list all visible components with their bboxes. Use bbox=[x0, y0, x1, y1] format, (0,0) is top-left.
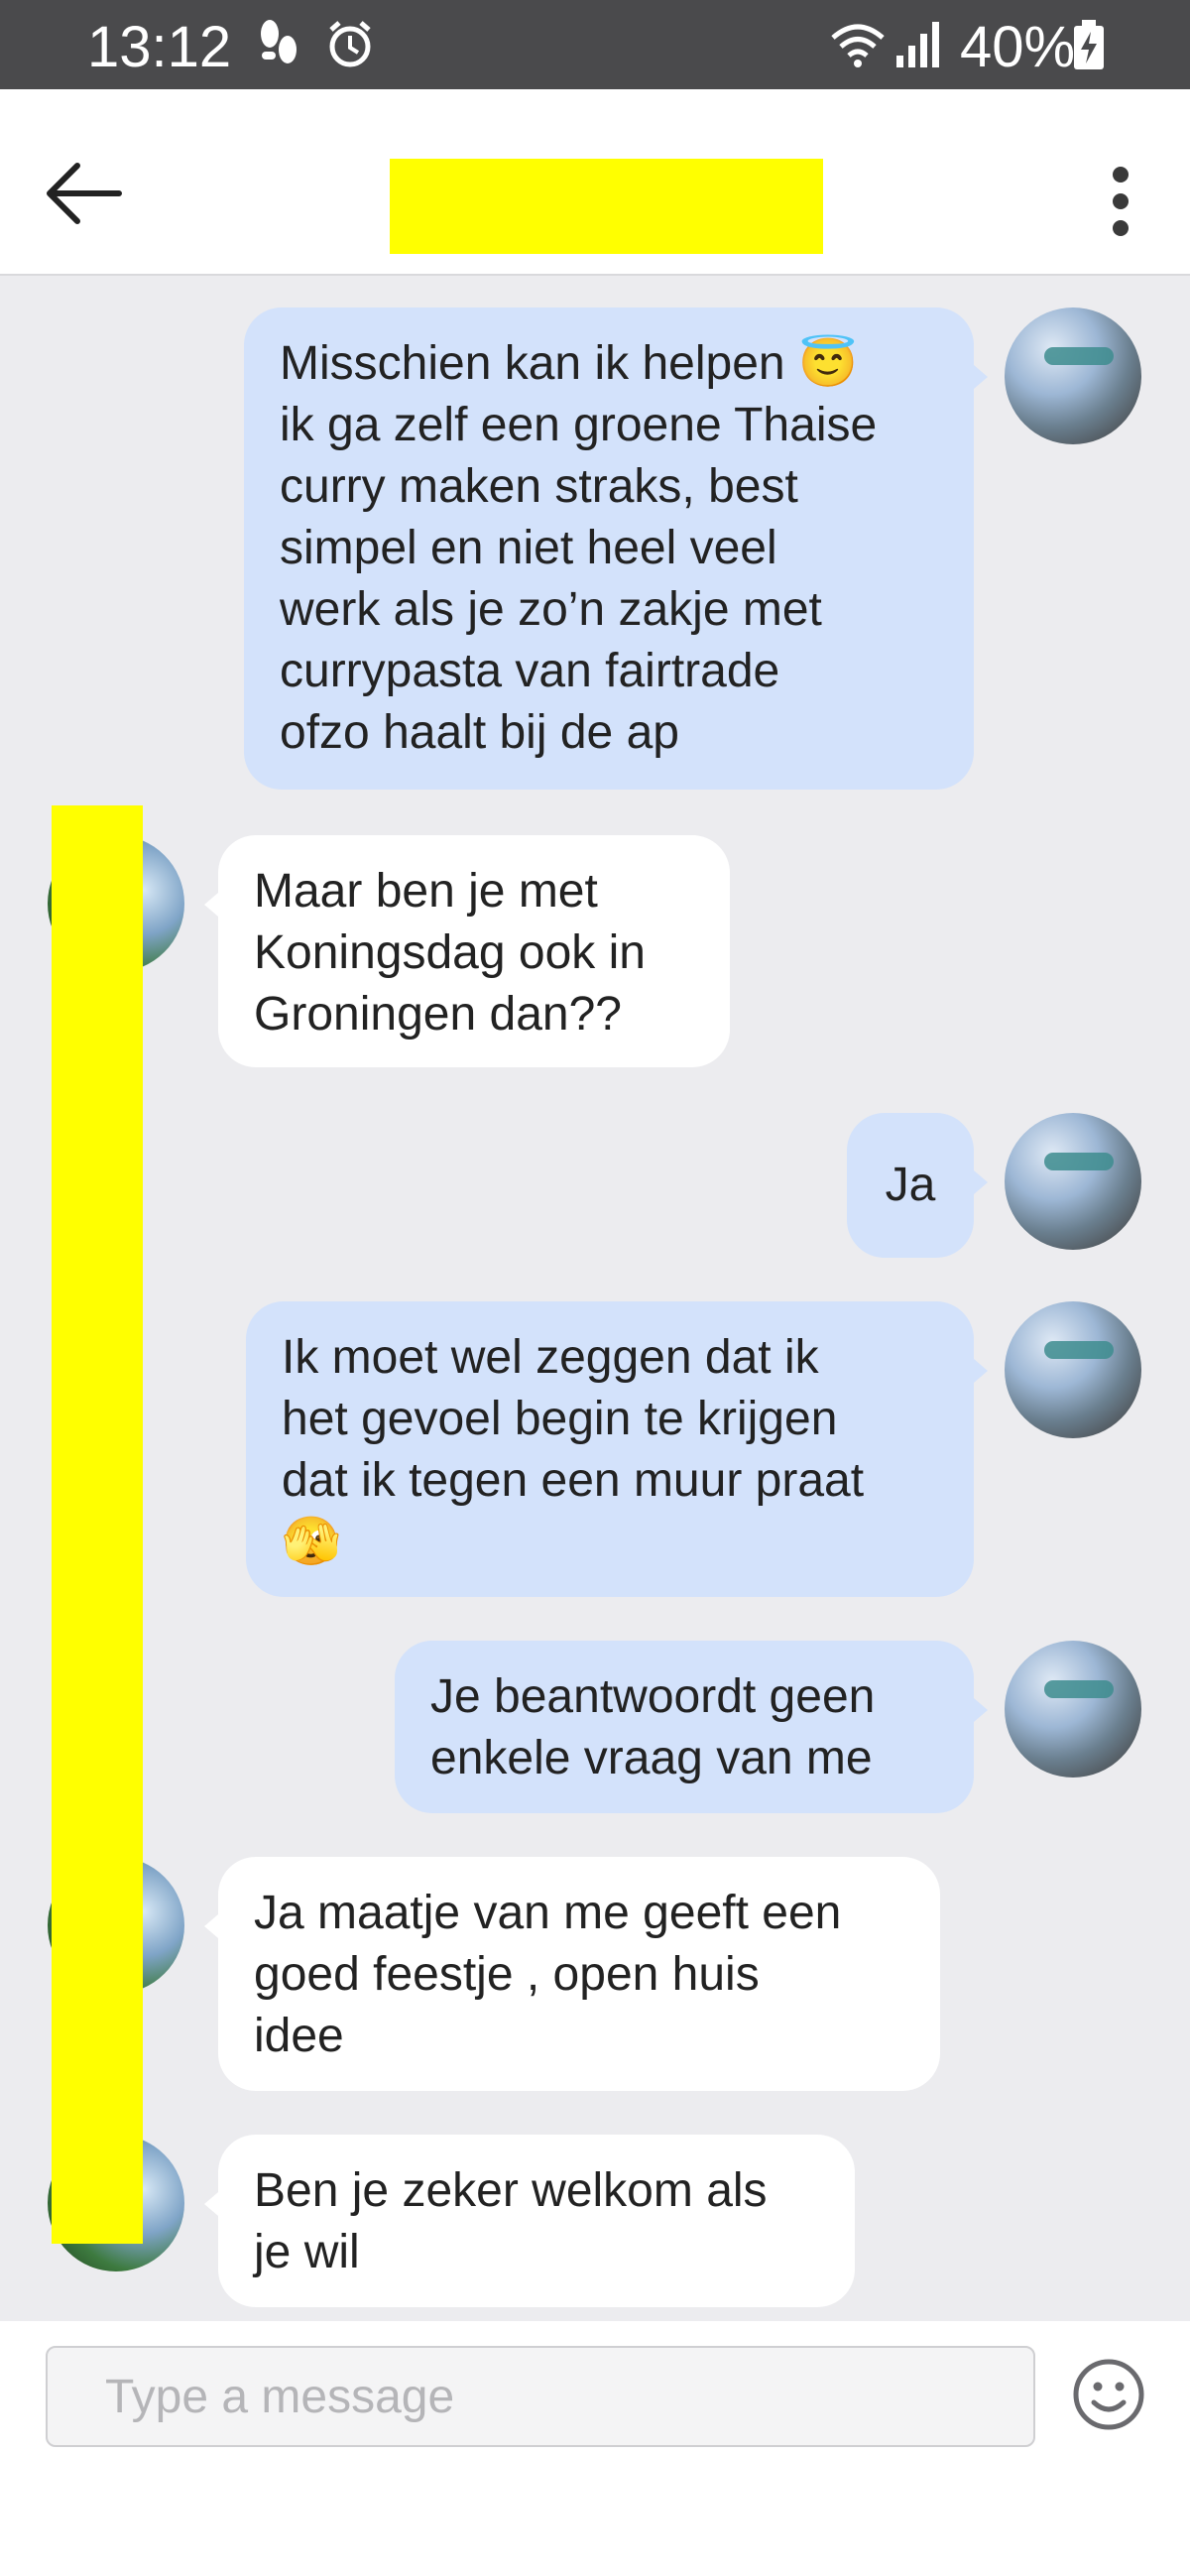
avatar-me[interactable] bbox=[1005, 1641, 1141, 1778]
message-line: Ja maatje van me geeft een bbox=[254, 1887, 842, 1939]
message-line: werk als je zo’n zakje met bbox=[280, 583, 822, 636]
message-bubble-incoming[interactable]: Ben je zeker welkom als je wil bbox=[218, 2135, 855, 2307]
message-line: het gevoel begin te krijgen bbox=[282, 1393, 838, 1445]
battery-percent: 40% bbox=[960, 15, 1076, 79]
message-line: Misschien kan ik helpen 😇 bbox=[280, 337, 858, 390]
bubble-tail bbox=[974, 1359, 988, 1383]
message-line: Koningsdag ook in bbox=[254, 926, 646, 979]
message-line: 🫣 bbox=[282, 1516, 341, 1568]
message-line: Je beantwoordt geen bbox=[430, 1670, 876, 1723]
chat-header bbox=[0, 89, 1190, 276]
avatar-redaction bbox=[52, 805, 143, 2244]
message-line: je wil bbox=[254, 2226, 360, 2278]
message-line: ofzo haalt bij de ap bbox=[280, 706, 679, 759]
smiley-icon bbox=[1073, 2359, 1144, 2430]
avatar-me[interactable] bbox=[1005, 307, 1141, 444]
bubble-tail bbox=[204, 2192, 218, 2216]
bubble-tail bbox=[204, 1914, 218, 1938]
message-bubble-outgoing[interactable]: Ja bbox=[847, 1113, 974, 1258]
bubble-tail bbox=[974, 1170, 988, 1194]
back-button[interactable] bbox=[40, 159, 129, 228]
message-line: Groningen dan?? bbox=[254, 988, 622, 1041]
message-bubble-incoming[interactable]: Maar ben je met Koningsdag ook in Gronin… bbox=[218, 835, 730, 1067]
bubble-tail bbox=[974, 1698, 988, 1722]
avatar-me[interactable] bbox=[1005, 1113, 1141, 1250]
message-line: curry maken straks, best bbox=[280, 460, 798, 513]
message-line: dat ik tegen een muur praat bbox=[282, 1454, 865, 1507]
contact-name-redaction bbox=[390, 159, 823, 254]
message-line: Ben je zeker welkom als bbox=[254, 2164, 768, 2217]
message-line: Ja bbox=[885, 1159, 936, 1211]
battery-charging-icon bbox=[1071, 18, 1107, 78]
message-line: enkele vraag van me bbox=[430, 1732, 873, 1784]
message-line: idee bbox=[254, 2010, 344, 2062]
more-vertical-icon bbox=[1113, 167, 1129, 183]
arrow-left-icon bbox=[47, 163, 122, 224]
emoji-button[interactable] bbox=[1071, 2357, 1146, 2432]
avatar-me[interactable] bbox=[1005, 1301, 1141, 1438]
message-line: goed feestje , open huis bbox=[254, 1948, 760, 2001]
message-bubble-outgoing[interactable]: Ik moet wel zeggen dat ik het gevoel beg… bbox=[246, 1301, 974, 1597]
wifi-icon bbox=[829, 18, 887, 76]
bubble-tail bbox=[204, 893, 218, 917]
message-line: ik ga zelf een groene Thaise bbox=[280, 399, 878, 451]
message-line: Maar ben je met bbox=[254, 865, 598, 918]
message-line: currypasta van fairtrade bbox=[280, 645, 780, 697]
message-bubble-outgoing[interactable]: Je beantwoordt geen enkele vraag van me bbox=[395, 1641, 974, 1813]
message-input[interactable] bbox=[46, 2346, 1035, 2447]
bubble-tail bbox=[974, 365, 988, 389]
status-bar: 13:12 40% bbox=[0, 0, 1190, 89]
more-options-button[interactable] bbox=[1091, 167, 1150, 236]
message-bubble-outgoing[interactable]: Misschien kan ik helpen 😇 ik ga zelf een… bbox=[244, 307, 974, 790]
status-time: 13:12 bbox=[87, 15, 232, 79]
message-composer bbox=[0, 2321, 1190, 2576]
signal-icon bbox=[892, 18, 944, 76]
alarm-icon bbox=[325, 18, 375, 76]
message-line: Ik moet wel zeggen dat ik bbox=[282, 1331, 819, 1384]
message-bubble-incoming[interactable]: Ja maatje van me geeft een goed feestje … bbox=[218, 1857, 940, 2091]
footsteps-icon bbox=[256, 18, 301, 76]
message-line: simpel en niet heel veel bbox=[280, 522, 777, 574]
